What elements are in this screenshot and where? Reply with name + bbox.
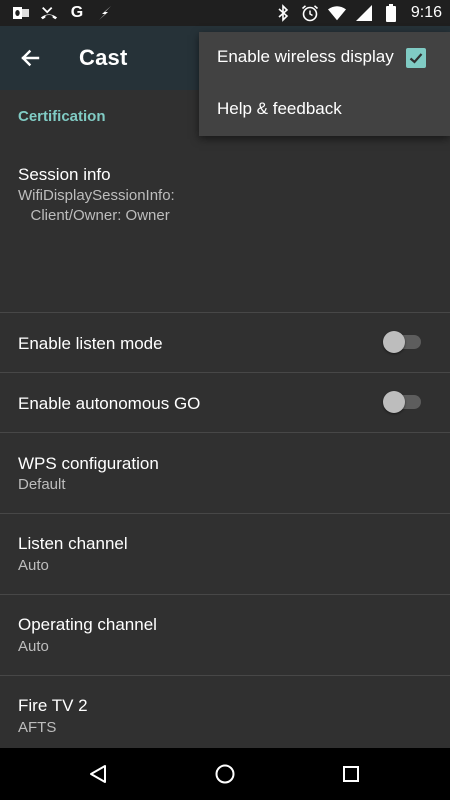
recents-square-icon: [343, 766, 359, 782]
page-title: Cast: [79, 45, 128, 70]
wps-configuration-item[interactable]: WPS configuration Default: [0, 433, 450, 513]
autonomous-go-switch[interactable]: [383, 390, 423, 414]
menu-item-label: Enable wireless display: [217, 47, 394, 66]
session-info-summary: WifiDisplaySessionInfo: Client/Owner: Ow…: [18, 187, 175, 224]
operating-channel-title: Operating channel: [18, 615, 157, 634]
listen-mode-switch[interactable]: [383, 330, 423, 354]
status-time: 9:16: [410, 4, 442, 21]
wifi-icon: [327, 4, 346, 22]
listen-mode-title: Enable listen mode: [18, 334, 163, 353]
wps-configuration-title: WPS configuration: [18, 454, 159, 473]
device-summary: AFTS: [18, 719, 57, 736]
status-bar: G 9:16: [0, 0, 450, 26]
cell-signal-icon: [355, 4, 373, 22]
arrow-back-icon: [21, 49, 40, 67]
operating-channel-item[interactable]: Operating channel Auto: [0, 595, 450, 675]
menu-item-help-feedback[interactable]: Help & feedback: [199, 84, 450, 136]
back-triangle-icon: [90, 765, 106, 783]
menu-item-enable-wireless-display[interactable]: Enable wireless display: [199, 32, 450, 84]
bluetooth-icon: [274, 4, 292, 22]
wireless-display-checkbox[interactable]: [406, 48, 426, 68]
category-header: Certification: [18, 108, 106, 125]
check-icon: [409, 53, 423, 64]
overflow-menu: Enable wireless display Help & feedback: [199, 32, 450, 136]
alarm-icon: [301, 4, 319, 22]
back-button[interactable]: [14, 42, 46, 74]
google-icon: G: [70, 4, 84, 21]
home-circle-icon: [215, 764, 235, 784]
battery-icon: [382, 4, 400, 22]
session-info-title: Session info: [18, 165, 111, 184]
navigation-bar: [0, 748, 450, 800]
flash-icon: [96, 4, 114, 22]
system-icons: 9:16: [274, 3, 442, 23]
autonomous-go-title: Enable autonomous GO: [18, 394, 201, 413]
wps-configuration-summary: Default: [18, 476, 66, 493]
listen-mode-item[interactable]: Enable listen mode: [0, 313, 450, 372]
autonomous-go-item[interactable]: Enable autonomous GO: [0, 373, 450, 432]
operating-channel-summary: Auto: [18, 638, 49, 655]
nav-home-button[interactable]: [207, 756, 243, 792]
device-item[interactable]: Fire TV 2 AFTS: [0, 676, 450, 748]
missed-call-icon: [40, 4, 58, 22]
nav-recents-button[interactable]: [333, 756, 369, 792]
menu-item-label: Help & feedback: [217, 99, 342, 118]
settings-list[interactable]: Certification Session info WifiDisplaySe…: [0, 90, 450, 748]
listen-channel-item[interactable]: Listen channel Auto: [0, 514, 450, 594]
nav-back-button[interactable]: [81, 756, 117, 792]
listen-channel-summary: Auto: [18, 557, 49, 574]
notification-icons: G: [12, 4, 114, 22]
device-title: Fire TV 2: [18, 696, 88, 715]
session-info-item[interactable]: Session info WifiDisplaySessionInfo: Cli…: [0, 150, 450, 312]
outlook-icon: [12, 4, 30, 22]
listen-channel-title: Listen channel: [18, 534, 128, 553]
